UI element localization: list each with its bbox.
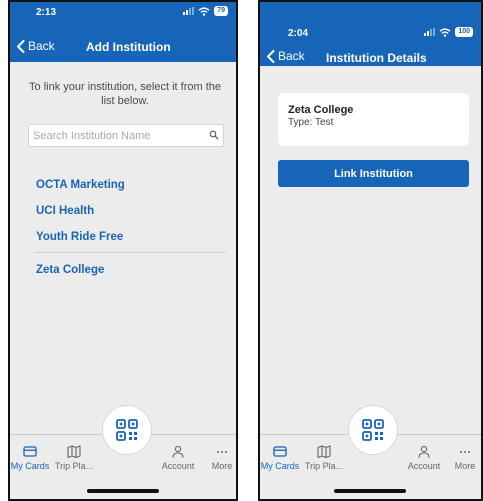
tab-label: Account <box>161 461 195 471</box>
person-icon <box>172 445 184 458</box>
page-title: Add Institution <box>86 40 171 54</box>
scan-qr-button[interactable] <box>102 405 152 455</box>
status-time: 2:13 <box>36 7 57 18</box>
signal-icon <box>183 7 195 15</box>
institution-list: OCTA Marketing UCI Health Youth Ride Fre… <box>34 174 226 285</box>
status-time: 2:04 <box>288 28 309 39</box>
tab-bar: My Cards Trip Pla... Account More <box>260 405 481 499</box>
map-icon <box>317 445 331 458</box>
battery-icon: 100 <box>455 27 473 37</box>
tab-trip-planner[interactable]: Trip Pla... <box>302 445 346 471</box>
page-title: Institution Details <box>326 51 427 65</box>
main-content: To link your institution, select it from… <box>10 62 236 435</box>
ellipsis-icon <box>460 451 470 453</box>
main-content: Zeta College Type: Test Link Institution <box>260 66 481 435</box>
tab-more[interactable]: More <box>443 445 481 471</box>
back-label: Back <box>278 49 305 63</box>
institution-item-zeta-college[interactable]: Zeta College <box>36 259 224 285</box>
institution-details-screen: 2:04 100 2:04 100 Back <box>258 0 483 501</box>
institution-detail-card: Zeta College Type: Test <box>278 93 469 146</box>
institution-item-octa-marketing[interactable]: OCTA Marketing <box>36 174 224 200</box>
institution-item-uci-health[interactable]: UCI Health <box>36 200 224 226</box>
institution-item-youth-ride-free[interactable]: Youth Ride Free <box>36 226 224 252</box>
search-input[interactable] <box>29 125 203 146</box>
search-box[interactable] <box>28 124 224 147</box>
status-icons: 100 <box>424 27 473 37</box>
tab-my-cards[interactable]: My Cards <box>10 445 52 471</box>
back-button[interactable]: Back <box>16 39 55 53</box>
add-institution-screen: 2:13 79 Back Add Institution To link you… <box>8 0 238 501</box>
back-button[interactable]: Back <box>266 49 305 63</box>
ellipsis-icon <box>217 451 227 453</box>
wifi-icon <box>439 27 451 37</box>
scan-qr-button[interactable] <box>348 405 398 455</box>
person-icon <box>418 445 430 458</box>
battery-icon: 79 <box>214 6 228 16</box>
tab-label: More <box>454 461 476 471</box>
nav-header: 2:13 79 Back Add Institution <box>10 2 236 62</box>
tab-label: My Cards <box>10 461 50 471</box>
tab-label: Trip Pla... <box>54 461 94 471</box>
instruction-text: To link your institution, select it from… <box>29 81 221 107</box>
home-indicator <box>87 489 159 493</box>
qr-code-icon <box>116 419 138 441</box>
tab-label: Account <box>407 461 441 471</box>
card-icon <box>23 446 37 457</box>
nav-header-bar: 2:04 100 Back Institution Details <box>260 2 481 66</box>
institution-type: Type: Test <box>288 117 334 128</box>
back-label: Back <box>28 39 55 53</box>
list-divider <box>34 252 226 253</box>
signal-icon <box>424 28 436 36</box>
home-indicator <box>334 489 406 493</box>
card-icon <box>273 446 287 457</box>
qr-code-icon <box>362 419 384 441</box>
tab-label: More <box>211 461 233 471</box>
tab-my-cards[interactable]: My Cards <box>260 445 302 471</box>
tab-label: Trip Pla... <box>304 461 344 471</box>
status-icons: 79 <box>183 6 228 16</box>
chevron-left-icon <box>17 39 25 53</box>
search-icon[interactable] <box>209 130 219 140</box>
link-institution-button[interactable]: Link Institution <box>278 160 469 187</box>
tab-bar: My Cards Trip Pla... Account More <box>10 405 236 499</box>
tab-more[interactable]: More <box>200 445 236 471</box>
chevron-left-icon <box>267 49 275 63</box>
wifi-icon <box>198 6 210 16</box>
institution-name: Zeta College <box>288 104 354 116</box>
tab-account[interactable]: Account <box>156 445 200 471</box>
tab-account[interactable]: Account <box>402 445 446 471</box>
map-icon <box>67 445 81 458</box>
tab-label: My Cards <box>260 461 300 471</box>
tab-trip-planner[interactable]: Trip Pla... <box>52 445 96 471</box>
